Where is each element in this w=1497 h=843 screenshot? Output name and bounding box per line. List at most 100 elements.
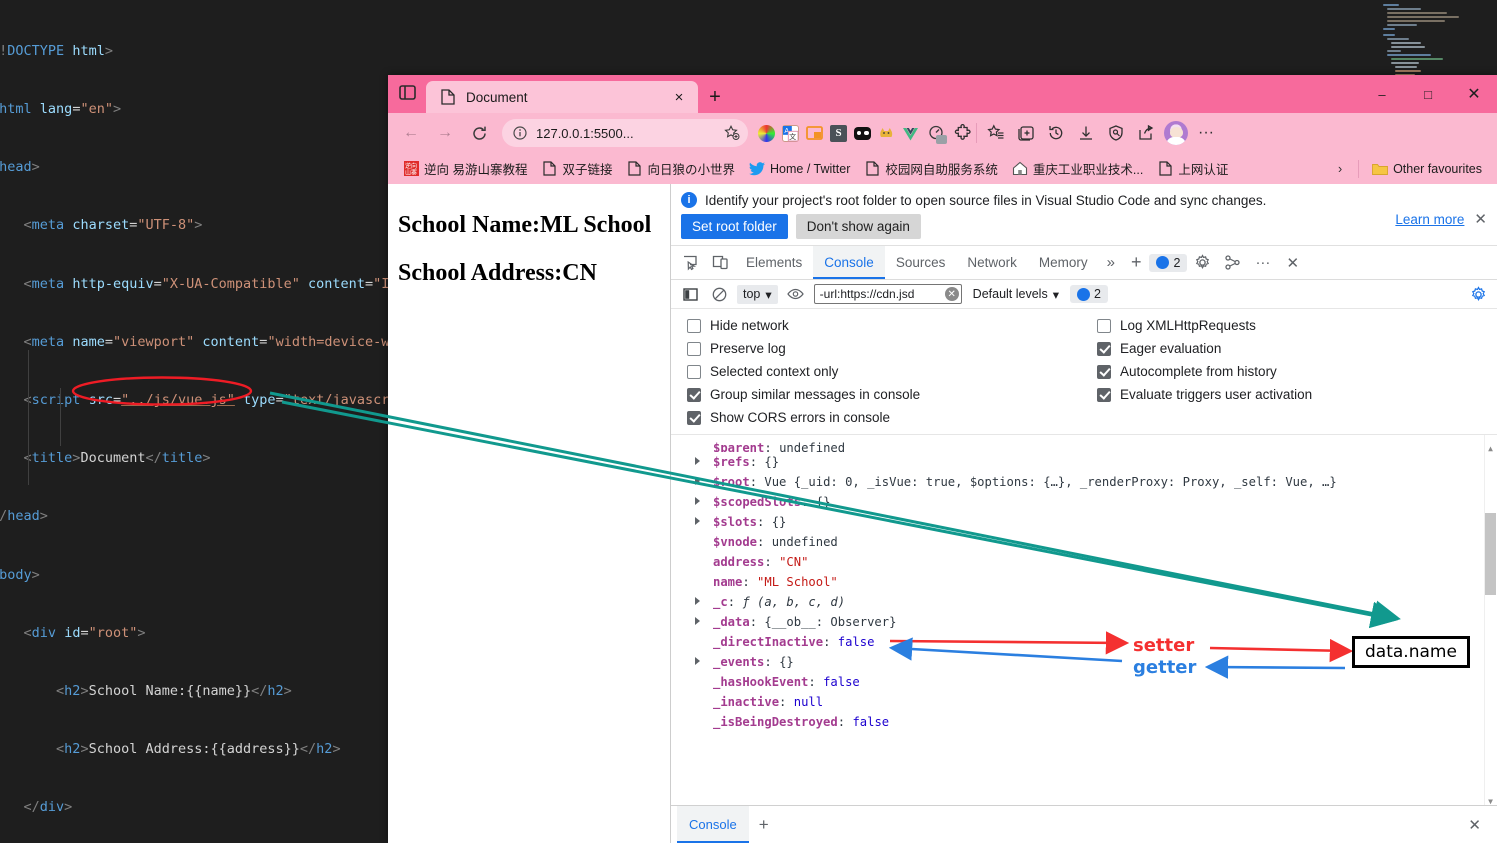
log-levels-selector[interactable]: Default levels ▾ — [969, 285, 1063, 304]
reload-button[interactable] — [462, 117, 496, 149]
drawer-add-tool-button[interactable]: + — [749, 815, 779, 835]
console-property-row[interactable]: $refs: {} — [695, 452, 1497, 472]
browser-more-button[interactable]: ··· — [1191, 118, 1221, 148]
clear-filter-icon[interactable]: ✕ — [944, 287, 959, 301]
bookmark-item[interactable]: 校园网自助服务系统 — [857, 156, 1005, 181]
s-ext-icon[interactable]: S — [830, 124, 847, 142]
profile-avatar[interactable] — [1161, 118, 1191, 148]
back-button[interactable]: ← — [394, 117, 428, 149]
tab-memory[interactable]: Memory — [1028, 246, 1099, 279]
expand-arrow-icon[interactable] — [695, 477, 700, 485]
speed-ext-icon[interactable] — [926, 124, 947, 144]
devtools-more-icon[interactable]: ··· — [1247, 254, 1278, 271]
vue-devtools-ext-icon[interactable] — [902, 125, 919, 142]
scroll-up-icon[interactable]: ▲ — [1486, 439, 1495, 453]
console-property-row[interactable]: address: "CN" — [713, 552, 1497, 572]
bookmark-item[interactable]: 上网认证 — [1150, 156, 1235, 181]
close-window-button[interactable]: ✕ — [1451, 75, 1497, 113]
console-property-row[interactable]: $parent: undefined — [713, 438, 1497, 452]
learn-more-link[interactable]: Learn more — [1395, 212, 1464, 227]
downloads-icon[interactable] — [1071, 118, 1101, 148]
checkbox-box[interactable] — [687, 410, 701, 425]
console-property-row[interactable]: _c: ƒ (a, b, c, d) — [695, 592, 1497, 612]
checkbox-box[interactable] — [687, 318, 701, 333]
console-property-row[interactable]: _isBeingDestroyed: false — [713, 712, 1497, 732]
editor-minimap[interactable] — [1377, 0, 1483, 102]
new-tab-button[interactable]: + — [698, 81, 732, 113]
console-scrollbar[interactable]: ▲ ▼ — [1484, 435, 1497, 805]
expand-arrow-icon[interactable] — [695, 497, 700, 505]
filterbar-issues-badge[interactable]: 2 — [1070, 285, 1108, 303]
device-toolbar-icon[interactable] — [705, 249, 735, 277]
checkbox-autocomplete-history[interactable]: Autocomplete from history — [1097, 364, 1497, 379]
console-settings-icon[interactable] — [1467, 283, 1489, 305]
checkbox-box[interactable] — [1097, 364, 1111, 379]
checkbox-box[interactable] — [1097, 341, 1111, 356]
close-tab-icon[interactable]: × — [668, 86, 690, 108]
clear-console-icon[interactable] — [708, 283, 730, 305]
context-selector[interactable]: top ▾ — [737, 284, 778, 304]
checkbox-box[interactable] — [1097, 387, 1111, 402]
bookmark-item[interactable]: 逆向 山寨 逆向 易游山寨教程 — [396, 156, 534, 181]
checkbox-box[interactable] — [687, 387, 701, 402]
tab-sources[interactable]: Sources — [885, 246, 957, 279]
close-drawer-icon[interactable]: ✕ — [1458, 816, 1491, 834]
console-property-row[interactable]: $scopedSlots: {} — [695, 492, 1497, 512]
gear-icon[interactable] — [1187, 249, 1217, 277]
expand-arrow-icon[interactable] — [695, 517, 700, 525]
console-filter-input[interactable]: -url:https://cdn.jsd ✕ — [813, 284, 962, 304]
close-infobar-icon[interactable]: ✕ — [1474, 210, 1487, 228]
console-property-row-name[interactable]: name: "ML School" — [713, 572, 1497, 592]
checkbox-box[interactable] — [687, 364, 701, 379]
console-property-row[interactable]: $slots: {} — [695, 512, 1497, 532]
checkbox-box[interactable] — [687, 341, 701, 356]
info-icon[interactable] — [512, 125, 528, 141]
scrollbar-thumb[interactable] — [1485, 513, 1496, 595]
bookmark-item[interactable]: Home / Twitter — [742, 158, 857, 180]
maximize-button[interactable]: □ — [1405, 75, 1451, 113]
minimize-button[interactable]: – — [1359, 75, 1405, 113]
expand-arrow-icon[interactable] — [695, 617, 700, 625]
checkbox-hide-network[interactable]: Hide network — [687, 318, 1087, 333]
browser-essentials-icon[interactable] — [1101, 118, 1131, 148]
close-devtools-icon[interactable]: ✕ — [1278, 254, 1307, 272]
more-tabs-icon[interactable]: » — [1099, 254, 1123, 271]
console-property-row[interactable]: _data: {__ob__: Observer} — [695, 612, 1497, 632]
drawer-tab-console[interactable]: Console — [677, 806, 749, 843]
checkbox-preserve-log[interactable]: Preserve log — [687, 341, 1087, 356]
tab-network[interactable]: Network — [956, 246, 1028, 279]
tab-elements[interactable]: Elements — [735, 246, 813, 279]
puzzle-ext-icon[interactable] — [953, 124, 972, 143]
checkbox-box[interactable] — [1097, 318, 1111, 333]
checkbox-log-xhr[interactable]: Log XMLHttpRequests — [1097, 318, 1497, 333]
tab-console[interactable]: Console — [813, 246, 885, 279]
expand-arrow-icon[interactable] — [695, 457, 700, 465]
console-property-row[interactable]: _hasHookEvent: false — [713, 672, 1497, 692]
bookmarks-overflow-button[interactable]: › — [1328, 157, 1352, 181]
issues-badge[interactable]: 2 — [1149, 253, 1188, 272]
share-icon[interactable] — [1131, 118, 1161, 148]
checkbox-eager-evaluation[interactable]: Eager evaluation — [1097, 341, 1497, 356]
bookmark-item[interactable]: 双子链接 — [534, 156, 619, 181]
history-icon[interactable] — [1041, 118, 1071, 148]
console-property-row[interactable]: $root: Vue {_uid: 0, _isVue: true, $opti… — [695, 472, 1497, 492]
scroll-down-icon[interactable]: ▼ — [1486, 792, 1495, 805]
forward-button[interactable]: → — [428, 117, 462, 149]
checkbox-show-cors-errors[interactable]: Show CORS errors in console — [687, 410, 1087, 425]
live-expression-icon[interactable] — [785, 283, 807, 305]
console-property-row[interactable]: _inactive: null — [713, 692, 1497, 712]
dont-show-again-button[interactable]: Don't show again — [795, 214, 921, 239]
translate-ext-icon[interactable]: A文 — [782, 124, 799, 142]
set-root-folder-button[interactable]: Set root folder — [681, 214, 788, 239]
bookmark-item[interactable]: 向日狼の小世界 — [620, 156, 743, 181]
bookmark-item[interactable]: 重庆工业职业技术... — [1005, 156, 1150, 181]
add-tab-button[interactable]: + — [1123, 252, 1150, 273]
console-output[interactable]: $parent: undefined $refs: {} $root: Vue … — [671, 435, 1497, 805]
colour-picker-ext-icon[interactable] — [758, 124, 775, 142]
expand-arrow-icon[interactable] — [695, 657, 700, 665]
favourites-icon[interactable] — [981, 118, 1011, 148]
address-bar[interactable]: 127.0.0.1:5500... — [502, 119, 748, 147]
checkbox-evaluate-user-activation[interactable]: Evaluate triggers user activation — [1097, 387, 1497, 402]
checkbox-selected-context-only[interactable]: Selected context only — [687, 364, 1087, 379]
expand-arrow-icon[interactable] — [695, 597, 700, 605]
